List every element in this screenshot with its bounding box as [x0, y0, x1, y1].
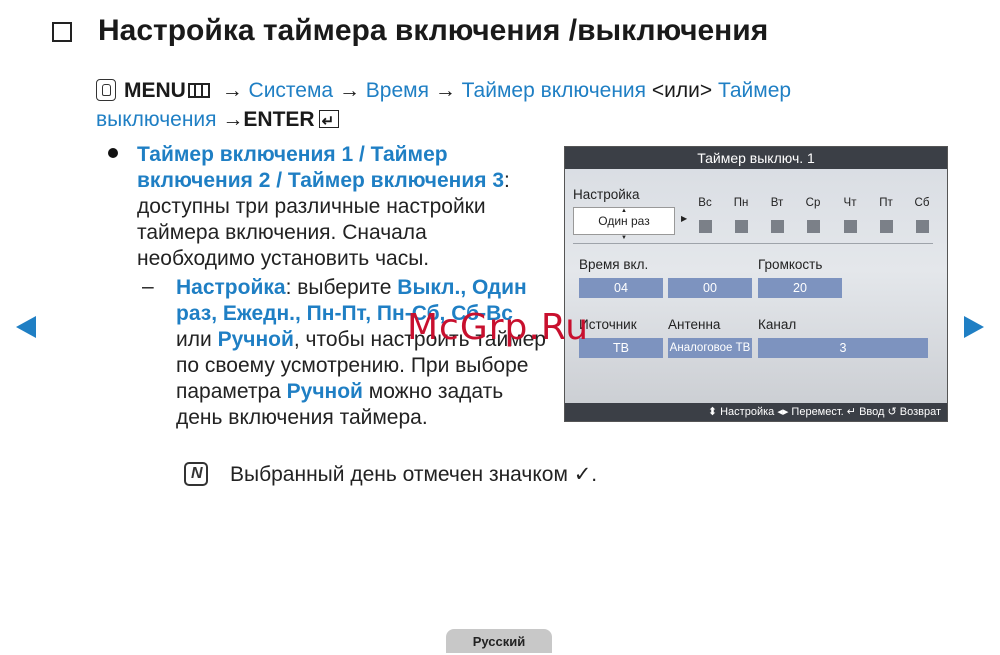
path-arrow: → [338, 79, 360, 102]
path-or: <или> [651, 79, 713, 102]
tv-divider [573, 243, 933, 244]
path-arrow: → [434, 79, 456, 102]
prev-page-arrow-icon[interactable] [16, 316, 36, 338]
bullet-paragraph: Таймер включения 1 / Таймер включения 2 … [137, 142, 542, 272]
next-page-arrow-icon[interactable] [964, 316, 984, 338]
tv-antenna-label: Антенна [668, 317, 721, 332]
sub-label: Настройка [176, 276, 286, 299]
note-icon [184, 462, 208, 486]
tv-day: Чт [843, 197, 857, 209]
bullet-title: Таймер включения 1 / Таймер включения 2 … [137, 143, 505, 192]
tv-day-checkbox[interactable] [699, 220, 712, 233]
tv-day-checkbox[interactable] [844, 220, 857, 233]
menu-grid-icon [187, 83, 210, 98]
tv-minute-field[interactable]: 00 [668, 278, 752, 298]
tv-footer-hints: ⬍ Настройка ◂▸ Перемест. ↵ Ввод ↺ Возвра… [565, 403, 947, 421]
tv-volume-field[interactable]: 20 [758, 278, 842, 298]
tv-time-label: Время вкл. [579, 257, 649, 272]
tv-select-arrow-icon: ▶ [681, 214, 688, 223]
path-timer-on[interactable]: Таймер включения [462, 79, 646, 102]
tv-day: Пн [733, 197, 749, 209]
tv-day-checkbox[interactable] [735, 220, 748, 233]
note-text: Выбранный день отмечен значком ✓. [230, 463, 598, 486]
menu-label: MENU [124, 79, 186, 102]
tv-day-checkbox[interactable] [916, 220, 929, 233]
tv-channel-field[interactable]: 3 [758, 338, 928, 358]
sub-manual: Ручной [217, 328, 294, 351]
tv-hour-field[interactable]: 04 [579, 278, 663, 298]
path-enter: →ENTER [222, 108, 315, 131]
path-timer-off-2[interactable]: выключения [96, 108, 217, 131]
tv-setup-label: Настройка [573, 187, 640, 202]
tv-timer-screen: Таймер выключ. 1 Настройка Один раз ▶ Вс… [564, 146, 948, 422]
path-timer-off[interactable]: Таймер [718, 79, 791, 102]
tv-day: Сб [914, 197, 930, 209]
sub-text-2: или [176, 328, 218, 351]
page-title: Настройка таймера включения /выключения [98, 14, 769, 47]
menu-path: MENU → Система → Время → Таймер включени… [96, 76, 916, 136]
menu-hand-icon [96, 79, 116, 101]
sub-dash: – [142, 275, 154, 298]
tv-day-checkbox[interactable] [771, 220, 784, 233]
tv-setup-select[interactable]: Один раз [573, 198, 675, 251]
tv-day: Ср [805, 197, 821, 209]
language-tab: Русский [446, 629, 552, 653]
path-time[interactable]: Время [366, 79, 429, 102]
watermark: McGrp.Ru [407, 307, 590, 348]
tv-source-field[interactable]: ТВ [579, 338, 663, 358]
tv-day: Вс [698, 197, 712, 209]
tv-title: Таймер выключ. 1 [565, 147, 947, 169]
sub-paragraph: Настройка: выберите Выкл., Один раз, Еже… [176, 275, 546, 431]
sub-text-1: : выберите [285, 276, 398, 299]
tv-volume-label: Громкость [758, 257, 823, 272]
path-system[interactable]: Система [249, 79, 334, 102]
bullet-dot [108, 148, 118, 158]
tv-day: Пт [879, 197, 893, 209]
path-arrow: → [221, 79, 243, 102]
tv-day-checkbox[interactable] [807, 220, 820, 233]
sub-manual-2: Ручной [286, 380, 363, 403]
tv-day-checkbox[interactable] [880, 220, 893, 233]
tv-antenna-field[interactable]: Аналоговое ТВ [668, 338, 752, 358]
heading-checkbox-icon [52, 22, 72, 42]
tv-channel-label: Канал [758, 317, 797, 332]
enter-icon [318, 107, 339, 136]
tv-day: Вт [770, 197, 784, 209]
